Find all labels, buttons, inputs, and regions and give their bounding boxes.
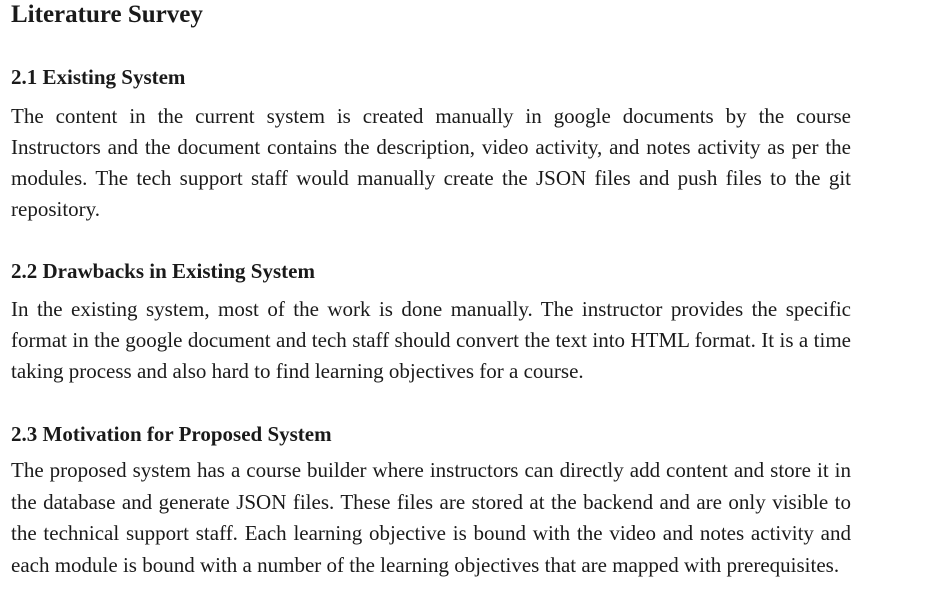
section-body-motivation: The proposed system has a course builder… (11, 458, 851, 577)
page-title: Literature Survey (11, 1, 203, 28)
section-body-drawbacks: In the existing system, most of the work… (11, 297, 851, 383)
section-heading-existing-system: 2.1 Existing System (11, 65, 186, 89)
section-heading-drawbacks: 2.2 Drawbacks in Existing System (11, 259, 315, 283)
section-heading-motivation: 2.3 Motivation for Proposed System (11, 422, 332, 446)
section-body-existing-system: The content in the current system is cre… (11, 104, 851, 221)
